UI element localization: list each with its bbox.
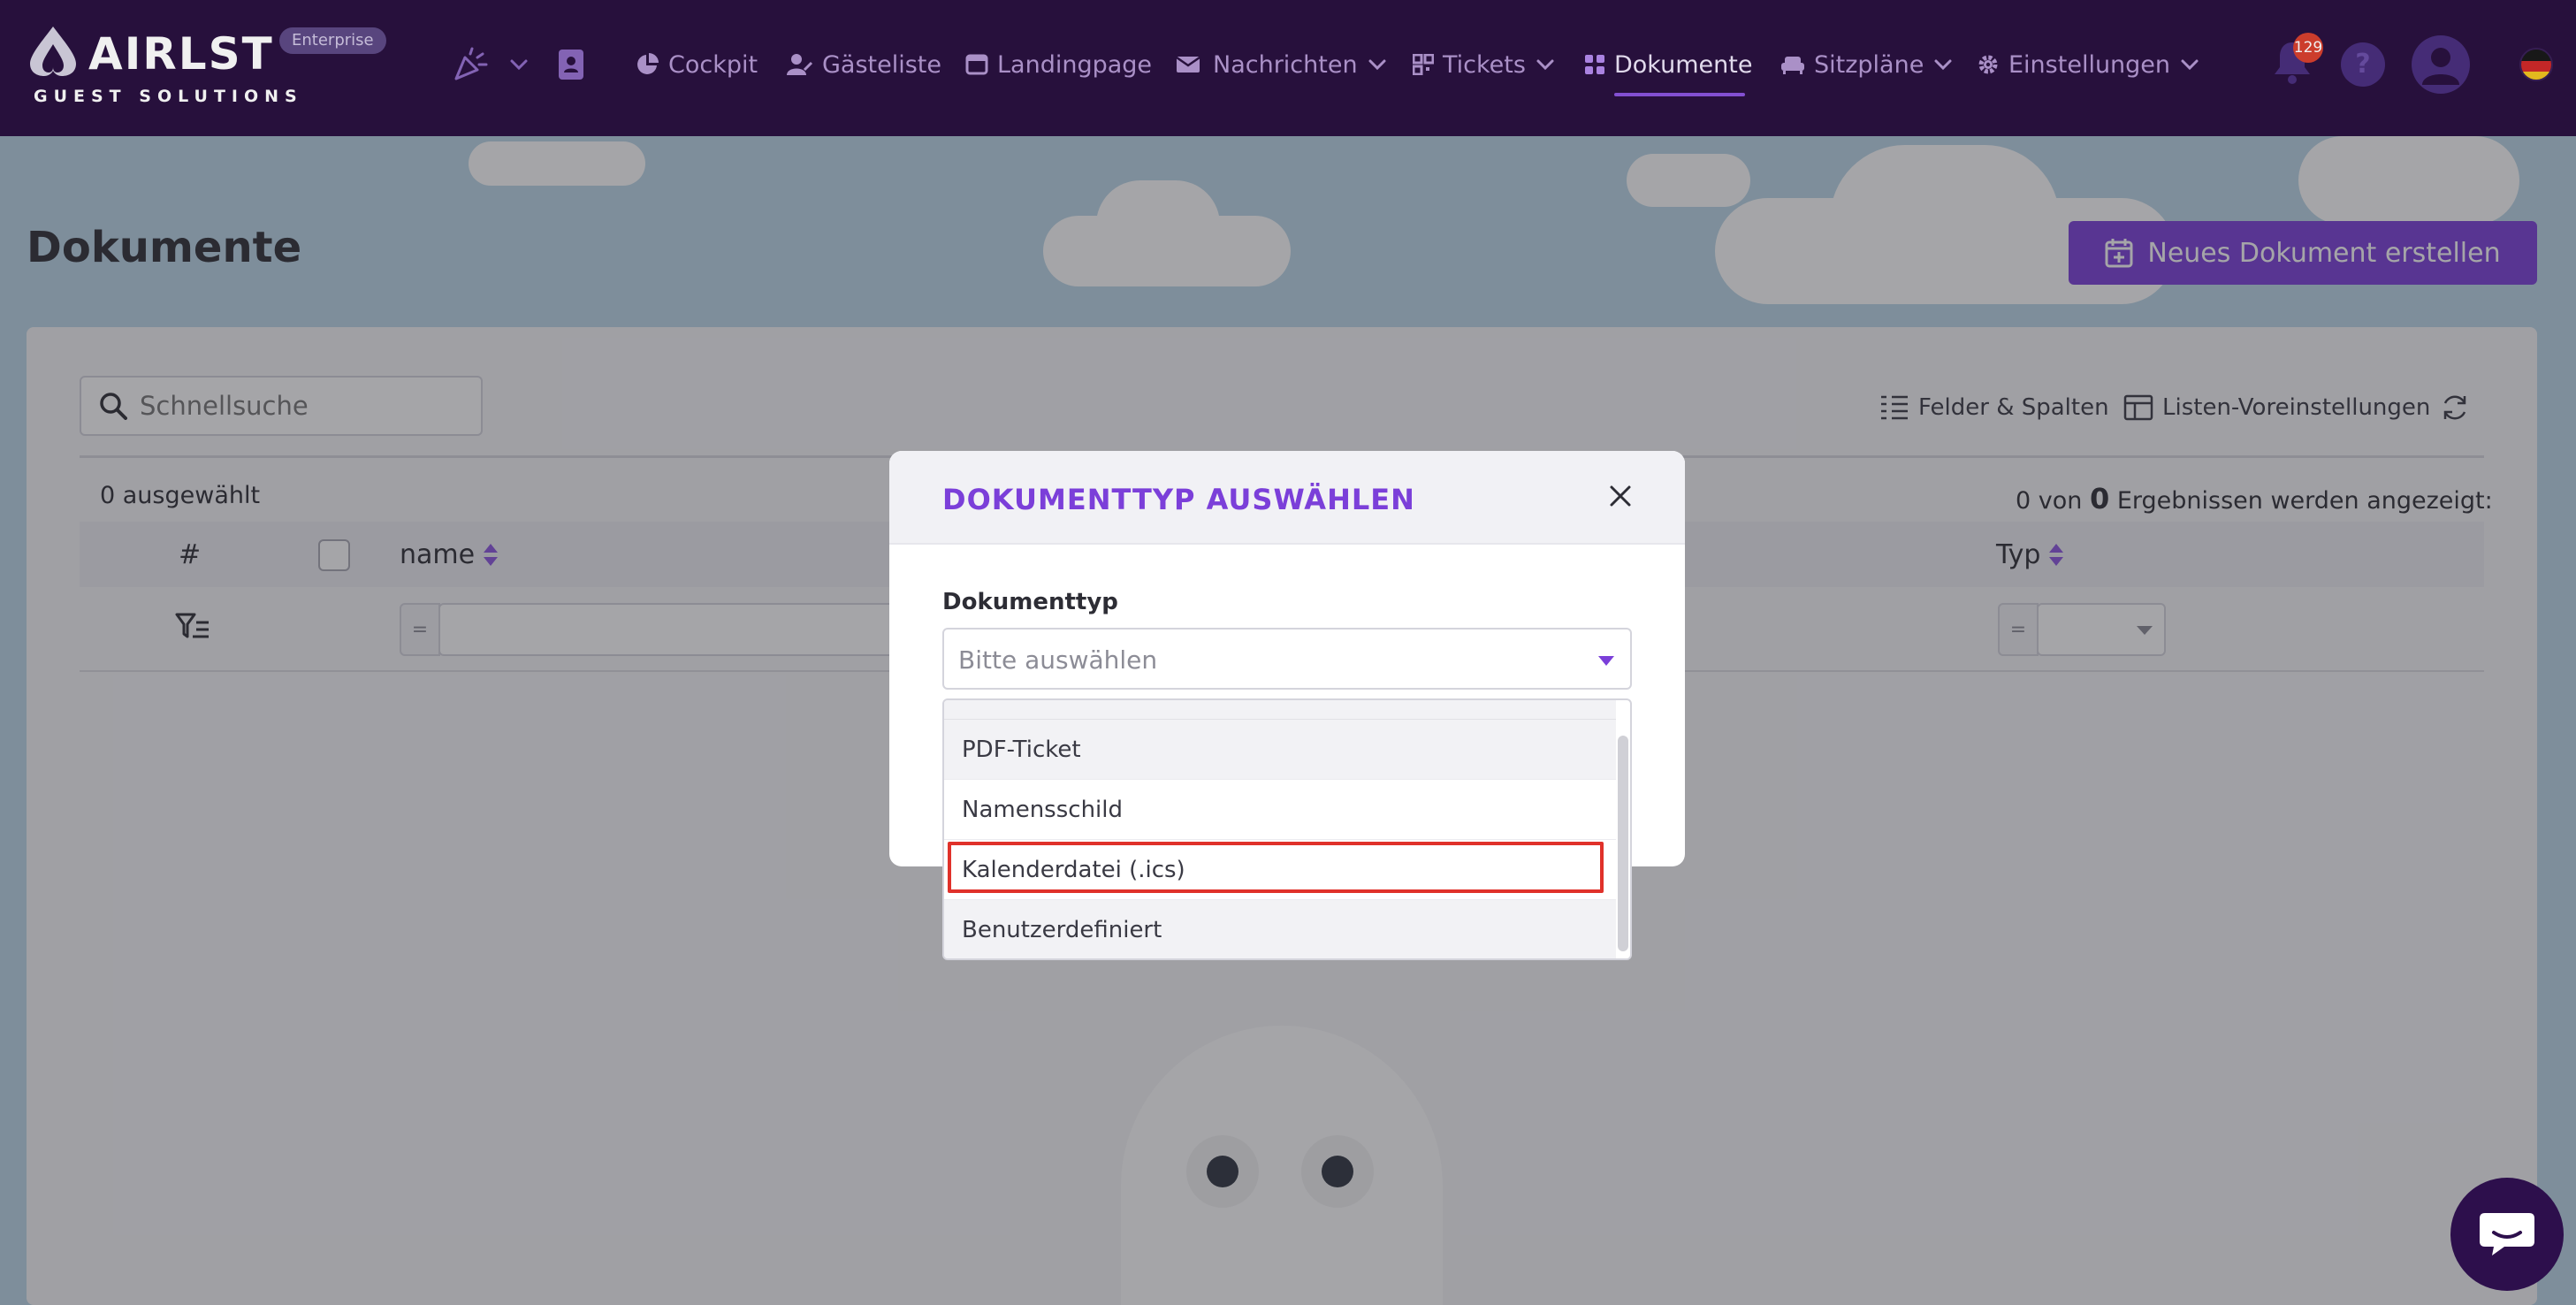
chat-widget-button[interactable] [2450,1178,2564,1291]
close-icon[interactable] [1607,483,1634,509]
document-type-dropdown: PDF-Ticket Namensschild Kalenderdatei (.… [942,698,1632,960]
modal-header: DOKUMENTTYP AUSWÄHLEN [889,451,1685,545]
select-placeholder: Bitte auswählen [958,645,1158,675]
document-type-select[interactable]: Bitte auswählen [942,628,1632,690]
option-benutzerdefiniert[interactable]: Benutzerdefiniert [944,900,1616,958]
highlight-box [948,842,1604,893]
document-type-label: Dokumenttyp [942,589,1118,615]
dropdown-search-area [944,700,1616,720]
caret-down-icon [1598,656,1614,666]
option-namensschild[interactable]: Namensschild [944,780,1616,840]
modal-title: DOKUMENTTYP AUSWÄHLEN [942,483,1415,516]
chat-bubble-icon [2480,1213,2534,1255]
option-pdf-ticket[interactable]: PDF-Ticket [944,720,1616,780]
navbar-dim-overlay [0,0,2576,136]
dropdown-scrollbar[interactable] [1618,736,1628,951]
